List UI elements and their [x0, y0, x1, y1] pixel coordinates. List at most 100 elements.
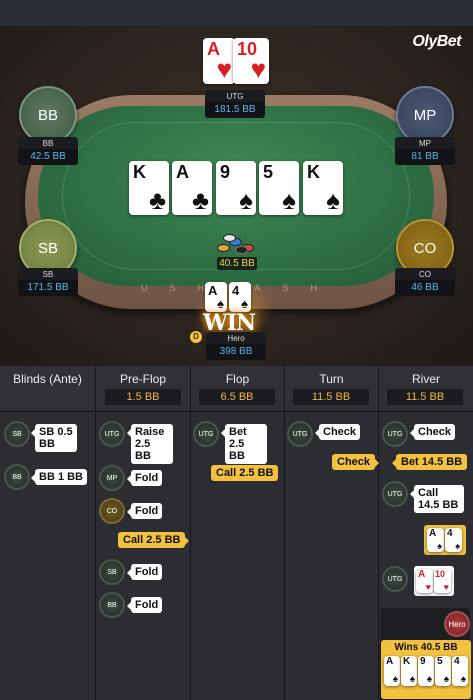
card-suit: ♠ [409, 674, 415, 685]
board-card-4: 5 ♠ [259, 161, 299, 215]
position-badge: CO [99, 498, 125, 524]
player-name: SB [18, 268, 78, 280]
dealer-button-icon: D [190, 331, 202, 343]
player-stack: 171.5 BB [18, 280, 78, 296]
board-card-5: K ♠ [303, 161, 343, 215]
final-card: K ♠ [401, 656, 417, 686]
chip [217, 244, 230, 252]
position-badge: UTG [287, 421, 313, 447]
action-bubble: Fold [126, 503, 163, 519]
final-card: 5 ♠ [435, 656, 451, 686]
board-card-2: A ♣ [172, 161, 212, 215]
card-suit: ♥ [425, 582, 431, 592]
card-suit: ♠ [460, 674, 466, 685]
card-suit: ♥ [443, 582, 449, 592]
card-suit: ♠ [443, 674, 449, 685]
card-suit: ♥ [216, 54, 232, 84]
card-rank: A [208, 283, 218, 298]
shown-card: 4 ♠ [445, 528, 462, 552]
hero-action-bubble: Bet 14.5 BB [391, 454, 468, 470]
player-name: UTG [205, 90, 265, 102]
card-rank: 10 [435, 569, 446, 579]
action-bubble: Check [314, 424, 361, 440]
col-turn [285, 366, 379, 700]
card-suit: ♠ [282, 185, 296, 215]
col-pot-flop: 6.5 BB [199, 389, 275, 405]
player-plate-sb: SB 171.5 BB [18, 268, 78, 296]
card-suit: ♣ [148, 185, 166, 215]
action-bubble: BB 1 BB [30, 469, 88, 485]
action-bubble: Call 14.5 BB [410, 485, 464, 513]
player-plate-mp: MP 81 BB [395, 137, 455, 165]
action-bubble: Fold [126, 470, 163, 486]
col-pot-turn: 11.5 BB [293, 389, 369, 405]
seat-bb[interactable]: BB [19, 86, 77, 144]
card-suit: ♠ [455, 541, 460, 551]
player-plate-hero: Hero 398 BB [206, 332, 266, 360]
card-rank: 4 [232, 283, 240, 298]
hero-shown-cards: A ♠ 4 ♠ [424, 525, 466, 555]
player-plate-utg: UTG 181.5 BB [205, 90, 265, 118]
position-badge: UTG [193, 421, 219, 447]
position-badge: BB [99, 592, 125, 618]
player-name: MP [395, 137, 455, 149]
card-suit: ♠ [239, 185, 253, 215]
player-plate-bb: BB 42.5 BB [18, 137, 78, 165]
pot-chips-icon [215, 234, 257, 256]
card-rank: 5 [263, 162, 274, 182]
position-badge: UTG [99, 421, 125, 447]
card-suit: ♥ [250, 54, 266, 84]
pot-amount: 40.5 BB [217, 257, 257, 270]
card-rank: A [176, 162, 189, 182]
card-rank: 9 [220, 162, 231, 182]
player-stack: 398 BB [206, 344, 266, 360]
action-bubble: Bet 2.5 BB [221, 424, 267, 464]
player-stack: 46 BB [395, 280, 455, 296]
card-rank: 9 [420, 656, 426, 667]
seat-mp[interactable]: MP [396, 86, 454, 144]
card-suit: ♠ [326, 185, 340, 215]
player-stack: 81 BB [395, 149, 455, 165]
card-rank: K [403, 656, 411, 667]
col-flop [191, 366, 285, 700]
action-bubble: Fold [126, 597, 163, 613]
card-rank: 4 [454, 656, 460, 667]
utg-card-1: A ♥ [203, 38, 235, 84]
hero-action-bubble: Call 2.5 BB [118, 532, 190, 548]
final-card: 4 ♠ [452, 656, 468, 686]
position-badge: SB [99, 559, 125, 585]
hero-card-2: 4 ♠ [229, 282, 251, 312]
col-title-blinds: Blinds (Ante) [13, 372, 82, 386]
col-title-river: River [411, 372, 440, 386]
shown-card: A ♠ [427, 528, 444, 552]
hero-card-1: A ♠ [205, 282, 227, 312]
col-title-flop: Flop [225, 372, 250, 386]
shown-card: 10 ♥ [434, 569, 451, 593]
card-rank: K [133, 162, 146, 182]
player-plate-co: CO 46 BB [395, 268, 455, 296]
final-hand: A ♠ K ♠ 9 ♠ 5 ♠ 4 ♠ [384, 656, 470, 686]
col-pot-preflop: 1.5 BB [105, 389, 181, 405]
player-name: Hero [206, 332, 266, 344]
card-rank: A [386, 656, 394, 667]
card-suit: ♠ [217, 296, 224, 311]
wins-text: Wins 40.5 BB [394, 642, 458, 653]
utg-shown-cards: A ♥ 10 ♥ [414, 566, 454, 596]
final-card: A ♠ [384, 656, 400, 686]
card-suit: ♠ [241, 296, 248, 311]
card-suit: ♠ [426, 674, 432, 685]
card-suit: ♠ [392, 674, 398, 685]
top-bar [0, 0, 473, 26]
position-badge: UTG [382, 566, 408, 592]
position-badge: UTG [382, 481, 408, 507]
col-pot-river: 11.5 BB [387, 389, 463, 405]
player-name: BB [18, 137, 78, 149]
player-stack: 42.5 BB [18, 149, 78, 165]
card-rank: K [307, 162, 320, 182]
card-rank: A [418, 569, 426, 580]
position-badge: UTG [382, 421, 408, 447]
action-bubble: SB 0.5 BB [31, 424, 77, 452]
final-card: 9 ♠ [418, 656, 434, 686]
board-card-3: 9 ♠ [216, 161, 256, 215]
card-suit: ♣ [191, 185, 209, 215]
